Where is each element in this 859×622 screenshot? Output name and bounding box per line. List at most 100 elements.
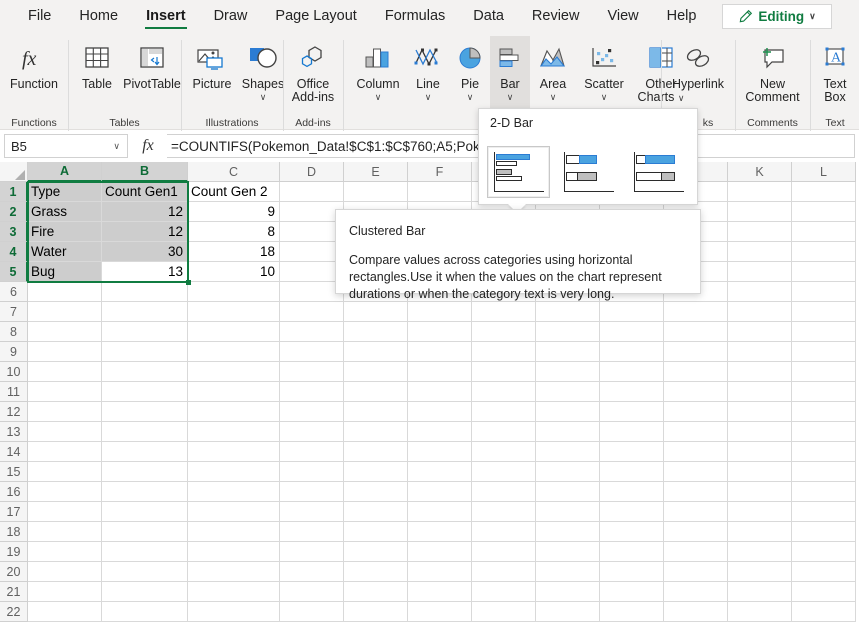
- pie-chart-button[interactable]: Pie ∨: [450, 36, 490, 102]
- cell-empty-L3[interactable]: [792, 222, 856, 242]
- cell-empty-K10[interactable]: [728, 362, 792, 382]
- cell-empty-G12[interactable]: [472, 402, 536, 422]
- cell-empty-A19[interactable]: [28, 542, 102, 562]
- cell-empty-G19[interactable]: [472, 542, 536, 562]
- text-box-button[interactable]: A Text Box: [813, 36, 857, 104]
- cell-empty-D20[interactable]: [280, 562, 344, 582]
- cell-empty-K14[interactable]: [728, 442, 792, 462]
- cell-empty-E12[interactable]: [344, 402, 408, 422]
- name-box[interactable]: B5 ∨: [4, 134, 128, 158]
- cell-empty-J7[interactable]: [664, 302, 728, 322]
- cell-empty-L13[interactable]: [792, 422, 856, 442]
- column-header-B[interactable]: B: [102, 162, 188, 182]
- cell-empty-D8[interactable]: [280, 322, 344, 342]
- cell-empty-C10[interactable]: [188, 362, 280, 382]
- cell-empty-D16[interactable]: [280, 482, 344, 502]
- cell-empty-D13[interactable]: [280, 422, 344, 442]
- cell-empty-H7[interactable]: [536, 302, 600, 322]
- cell-empty-H18[interactable]: [536, 522, 600, 542]
- cell-empty-D21[interactable]: [280, 582, 344, 602]
- gallery-item-100-stacked-bar[interactable]: [627, 146, 690, 198]
- cell-empty-I16[interactable]: [600, 482, 664, 502]
- row-header-12[interactable]: 12: [0, 402, 28, 422]
- cell-empty-D1[interactable]: [280, 182, 344, 202]
- cell-empty-A14[interactable]: [28, 442, 102, 462]
- cell-empty-C13[interactable]: [188, 422, 280, 442]
- cell-empty-F21[interactable]: [408, 582, 472, 602]
- cell-empty-J17[interactable]: [664, 502, 728, 522]
- cell-empty-K15[interactable]: [728, 462, 792, 482]
- cell-empty-K19[interactable]: [728, 542, 792, 562]
- tab-draw[interactable]: Draw: [200, 0, 262, 32]
- cell-empty-B14[interactable]: [102, 442, 188, 462]
- cell-B3[interactable]: 12: [102, 222, 188, 242]
- row-header-5[interactable]: 5: [0, 262, 28, 282]
- tab-review[interactable]: Review: [518, 0, 594, 32]
- cell-C3[interactable]: 8: [188, 222, 280, 242]
- cell-A3[interactable]: Fire: [28, 222, 102, 242]
- row-header-10[interactable]: 10: [0, 362, 28, 382]
- cell-empty-K7[interactable]: [728, 302, 792, 322]
- cell-A4[interactable]: Water: [28, 242, 102, 262]
- cell-empty-B20[interactable]: [102, 562, 188, 582]
- cell-empty-E18[interactable]: [344, 522, 408, 542]
- cell-empty-C14[interactable]: [188, 442, 280, 462]
- cell-empty-F1[interactable]: [408, 182, 472, 202]
- row-header-16[interactable]: 16: [0, 482, 28, 502]
- cell-empty-B7[interactable]: [102, 302, 188, 322]
- cell-empty-I12[interactable]: [600, 402, 664, 422]
- cell-empty-A21[interactable]: [28, 582, 102, 602]
- cell-empty-L8[interactable]: [792, 322, 856, 342]
- cell-empty-J13[interactable]: [664, 422, 728, 442]
- tab-help[interactable]: Help: [653, 0, 711, 32]
- cell-empty-K12[interactable]: [728, 402, 792, 422]
- tab-insert[interactable]: Insert: [132, 0, 200, 32]
- cell-empty-J22[interactable]: [664, 602, 728, 622]
- cell-empty-L9[interactable]: [792, 342, 856, 362]
- editing-mode-button[interactable]: Editing ∨: [722, 4, 832, 29]
- cell-empty-J21[interactable]: [664, 582, 728, 602]
- cell-empty-L19[interactable]: [792, 542, 856, 562]
- row-header-3[interactable]: 3: [0, 222, 28, 242]
- cell-empty-K4[interactable]: [728, 242, 792, 262]
- cell-empty-I20[interactable]: [600, 562, 664, 582]
- cell-empty-K6[interactable]: [728, 282, 792, 302]
- cell-empty-C17[interactable]: [188, 502, 280, 522]
- select-all-corner[interactable]: [0, 162, 28, 182]
- column-header-F[interactable]: F: [408, 162, 472, 182]
- cell-empty-J16[interactable]: [664, 482, 728, 502]
- cell-empty-D18[interactable]: [280, 522, 344, 542]
- cell-empty-K2[interactable]: [728, 202, 792, 222]
- cell-empty-C8[interactable]: [188, 322, 280, 342]
- cell-empty-F18[interactable]: [408, 522, 472, 542]
- cell-empty-L22[interactable]: [792, 602, 856, 622]
- cell-empty-B11[interactable]: [102, 382, 188, 402]
- cell-empty-J11[interactable]: [664, 382, 728, 402]
- cell-empty-L14[interactable]: [792, 442, 856, 462]
- cell-empty-G13[interactable]: [472, 422, 536, 442]
- row-header-20[interactable]: 20: [0, 562, 28, 582]
- cell-empty-I14[interactable]: [600, 442, 664, 462]
- row-header-1[interactable]: 1: [0, 182, 28, 202]
- cell-empty-B6[interactable]: [102, 282, 188, 302]
- cell-empty-K17[interactable]: [728, 502, 792, 522]
- cell-A5[interactable]: Bug: [28, 262, 102, 282]
- cell-empty-F13[interactable]: [408, 422, 472, 442]
- cell-empty-D11[interactable]: [280, 382, 344, 402]
- cell-empty-L6[interactable]: [792, 282, 856, 302]
- cell-empty-G20[interactable]: [472, 562, 536, 582]
- cell-empty-F8[interactable]: [408, 322, 472, 342]
- cell-empty-E7[interactable]: [344, 302, 408, 322]
- cell-empty-G16[interactable]: [472, 482, 536, 502]
- cell-empty-D15[interactable]: [280, 462, 344, 482]
- column-header-A[interactable]: A: [28, 162, 102, 182]
- column-header-K[interactable]: K: [728, 162, 792, 182]
- row-header-22[interactable]: 22: [0, 602, 28, 622]
- cell-empty-G21[interactable]: [472, 582, 536, 602]
- cell-empty-E19[interactable]: [344, 542, 408, 562]
- cell-empty-E13[interactable]: [344, 422, 408, 442]
- cell-empty-D22[interactable]: [280, 602, 344, 622]
- cell-C1[interactable]: Count Gen 2: [188, 182, 280, 202]
- tab-file[interactable]: File: [14, 0, 65, 32]
- cell-empty-E14[interactable]: [344, 442, 408, 462]
